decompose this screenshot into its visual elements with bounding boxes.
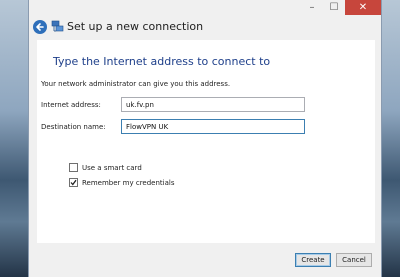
maximize-button[interactable]: ☐ bbox=[323, 0, 345, 15]
internet-address-label: Internet address: bbox=[41, 101, 101, 109]
smart-card-checkbox[interactable] bbox=[69, 163, 78, 172]
destination-name-field[interactable]: FlowVPN UK bbox=[121, 119, 305, 134]
dialog-window: – ☐ ✕ Set up a new connection Type the I… bbox=[28, 0, 382, 277]
remember-credentials-checkbox[interactable] bbox=[69, 178, 78, 187]
network-connection-icon bbox=[51, 20, 64, 32]
smart-card-option[interactable]: Use a smart card bbox=[69, 163, 142, 172]
cancel-button[interactable]: Cancel bbox=[336, 253, 372, 267]
create-button[interactable]: Create bbox=[295, 253, 331, 267]
desktop-background-left bbox=[0, 0, 28, 277]
smart-card-label: Use a smart card bbox=[82, 163, 142, 172]
back-arrow-icon bbox=[36, 23, 44, 31]
minimize-button[interactable]: – bbox=[301, 0, 323, 15]
title-bar: – ☐ ✕ Set up a new connection bbox=[29, 0, 381, 40]
dialog-content: Type the Internet address to connect to bbox=[37, 40, 375, 243]
window-title: Set up a new connection bbox=[67, 20, 204, 33]
remember-credentials-option[interactable]: Remember my credentials bbox=[69, 178, 174, 187]
desktop-background-right bbox=[382, 0, 400, 277]
close-button[interactable]: ✕ bbox=[345, 0, 381, 15]
back-button[interactable] bbox=[33, 20, 47, 34]
checkmark-icon bbox=[70, 179, 77, 186]
internet-address-field[interactable]: uk.fv.pn bbox=[121, 97, 305, 112]
page-heading: Type the Internet address to connect to bbox=[53, 55, 271, 68]
remember-credentials-label: Remember my credentials bbox=[82, 178, 175, 187]
destination-name-label: Destination name: bbox=[41, 123, 106, 131]
admin-note: Your network administrator can give you … bbox=[41, 80, 231, 88]
window-controls: – ☐ ✕ bbox=[301, 0, 381, 15]
